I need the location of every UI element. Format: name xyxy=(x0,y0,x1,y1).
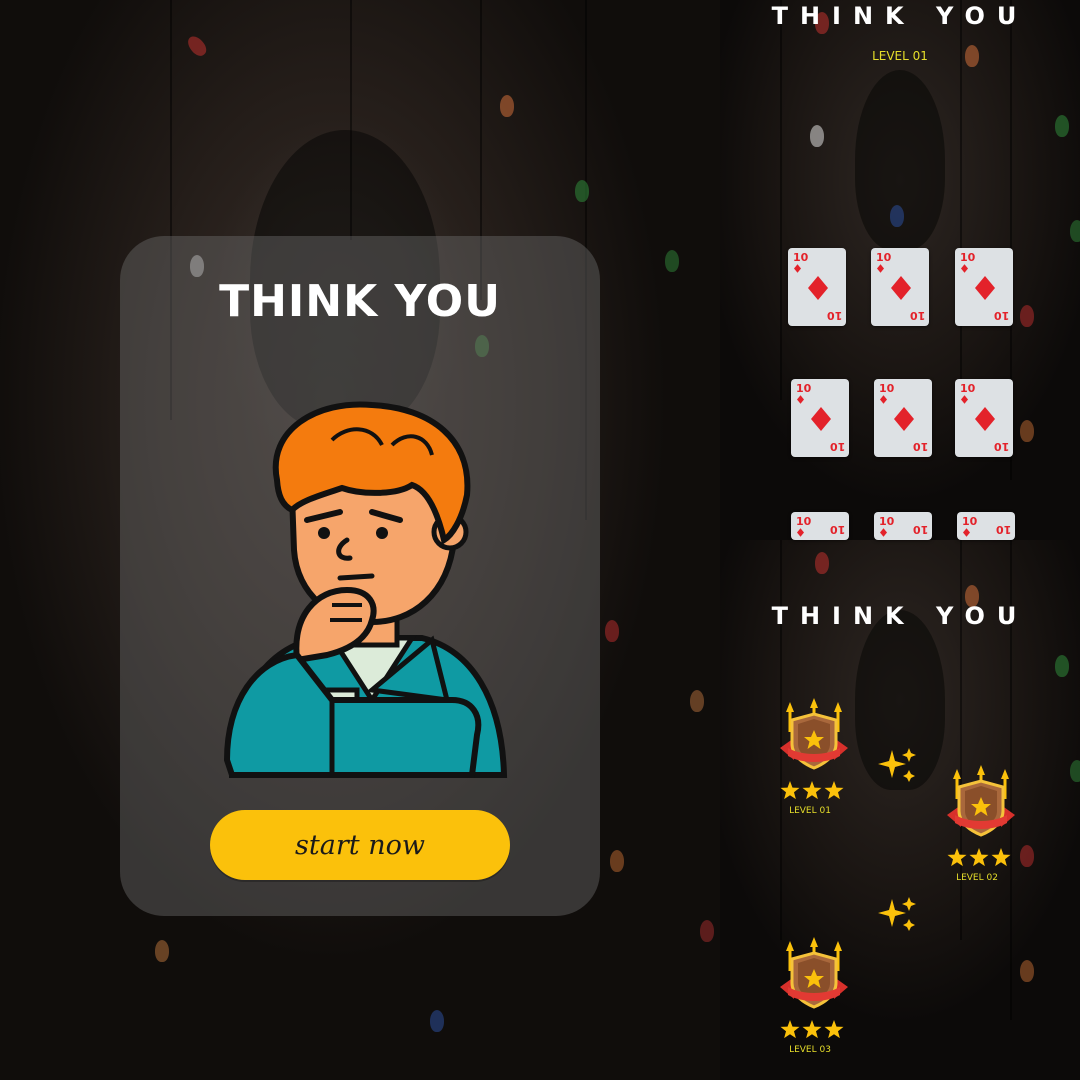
star-icon xyxy=(824,1020,844,1039)
level-label: LEVEL 01 xyxy=(789,806,831,816)
card-rank: 10 xyxy=(796,515,812,528)
game-screen-title: THINK YOU xyxy=(771,2,1029,30)
diamond-icon xyxy=(880,528,887,537)
diamond-icon xyxy=(797,395,804,404)
playing-card[interactable]: 10 10 xyxy=(871,248,929,326)
diamond-icon xyxy=(963,528,970,537)
sparkle-icon xyxy=(878,748,916,782)
level-label: LEVEL 03 xyxy=(789,1045,831,1055)
card-rank: 10 xyxy=(995,523,1011,536)
star-icon xyxy=(969,848,989,867)
star-icon xyxy=(991,848,1011,867)
star-icon xyxy=(802,1020,822,1039)
playing-card[interactable]: 10 10 xyxy=(955,379,1013,457)
levels-screen-title: THINK YOU xyxy=(771,602,1029,630)
playing-card[interactable]: 10 10 xyxy=(791,379,849,457)
star-icon xyxy=(780,1020,800,1039)
diamond-icon xyxy=(877,264,884,273)
shield-badge-icon xyxy=(947,765,1015,837)
card-rank: 10 xyxy=(829,523,845,536)
diamond-icon xyxy=(880,395,887,404)
playing-card[interactable]: 10 10 xyxy=(791,512,849,540)
playing-card[interactable]: 10 10 xyxy=(788,248,846,326)
card-rank: 10 xyxy=(912,523,928,536)
diamond-icon xyxy=(891,276,911,300)
star-icon xyxy=(947,848,967,867)
star-icon xyxy=(802,781,822,800)
thinking-man-icon xyxy=(223,401,508,778)
card-rank: 10 xyxy=(909,309,925,322)
card-rank: 10 xyxy=(993,440,1009,453)
level-label: LEVEL 02 xyxy=(956,873,998,883)
shield-badge-icon xyxy=(780,937,848,1009)
level-label: LEVEL 01 xyxy=(872,49,928,63)
diamond-icon xyxy=(975,407,995,431)
start-now-button[interactable]: start now xyxy=(210,810,510,880)
playing-card[interactable]: 10 10 xyxy=(874,512,932,540)
star-icon xyxy=(824,781,844,800)
shield-badge-icon xyxy=(780,698,848,770)
diamond-icon xyxy=(808,276,828,300)
card-rank: 10 xyxy=(960,251,976,264)
card-rank: 10 xyxy=(912,440,928,453)
diamond-icon xyxy=(794,264,801,273)
diamond-icon xyxy=(975,276,995,300)
card-rank: 10 xyxy=(793,251,809,264)
page-title: THINK YOU xyxy=(219,276,501,327)
star-icon xyxy=(780,781,800,800)
card-rank: 10 xyxy=(829,440,845,453)
card-rank: 10 xyxy=(876,251,892,264)
playing-card[interactable]: 10 10 xyxy=(874,379,932,457)
star-rating xyxy=(780,781,844,800)
diamond-icon xyxy=(961,264,968,273)
card-rank: 10 xyxy=(960,382,976,395)
diamond-icon xyxy=(894,407,914,431)
card-rank: 10 xyxy=(879,382,895,395)
diamond-icon xyxy=(811,407,831,431)
sparkle-icon xyxy=(878,897,916,931)
star-rating xyxy=(947,848,1011,867)
card-rank: 10 xyxy=(962,515,978,528)
star-rating xyxy=(780,1020,844,1039)
playing-card[interactable]: 10 10 xyxy=(957,512,1015,540)
card-rank: 10 xyxy=(993,309,1009,322)
card-rank: 10 xyxy=(796,382,812,395)
diamond-icon xyxy=(797,528,804,537)
card-rank: 10 xyxy=(879,515,895,528)
playing-card[interactable]: 10 10 xyxy=(955,248,1013,326)
diamond-icon xyxy=(961,395,968,404)
card-rank: 10 xyxy=(826,309,842,322)
